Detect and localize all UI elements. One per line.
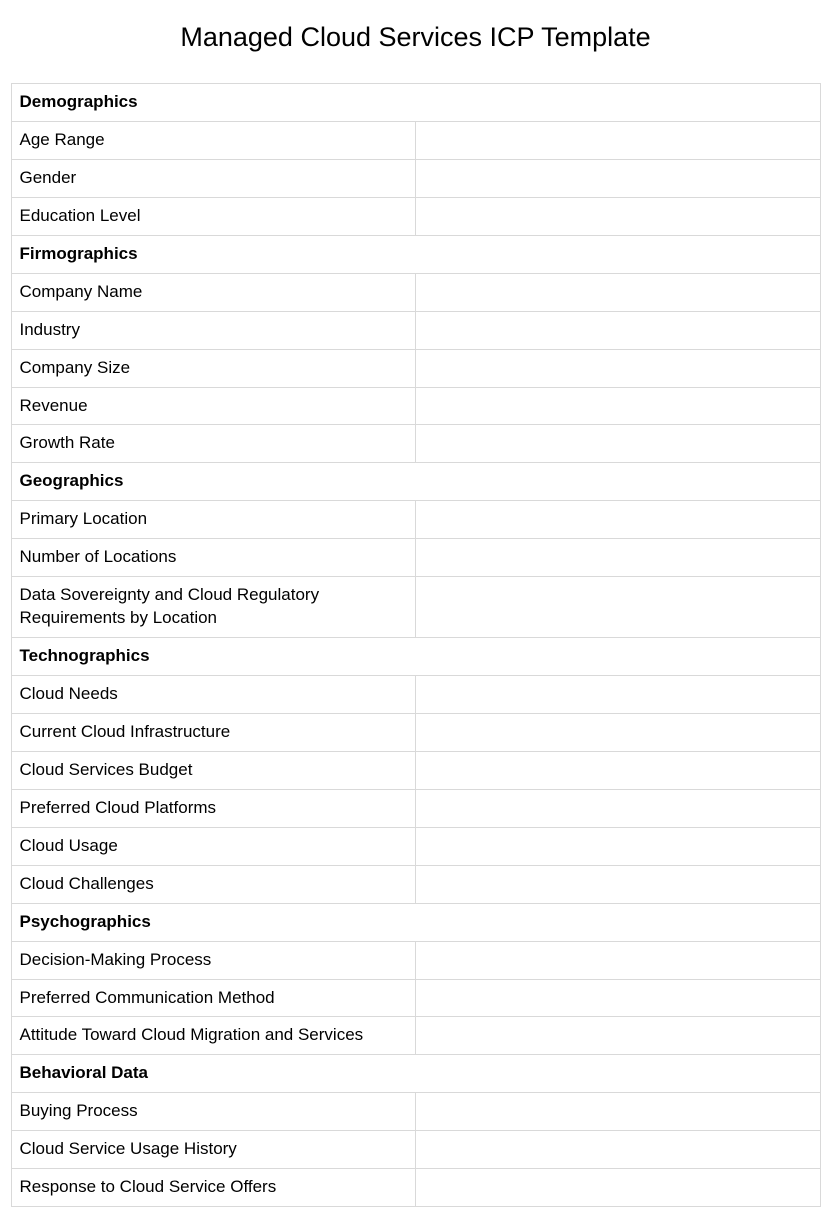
field-value[interactable] [416,121,821,159]
table-row: Growth Rate [11,425,820,463]
field-value[interactable] [416,577,821,638]
field-label: Industry [11,311,416,349]
table-row: Preferred Cloud Platforms [11,789,820,827]
field-value[interactable] [416,941,821,979]
field-value[interactable] [416,311,821,349]
table-row: Company Name [11,273,820,311]
field-label: Age Range [11,121,416,159]
field-label: Preferred Communication Method [11,979,416,1017]
field-label: Gender [11,159,416,197]
field-label: Cloud Needs [11,676,416,714]
table-row: Education Level [11,197,820,235]
field-value[interactable] [416,1131,821,1169]
table-row: Data Sovereignty and Cloud Regulatory Re… [11,577,820,638]
field-label: Response to Cloud Service Offers [11,1169,416,1207]
field-label: Number of Locations [11,539,416,577]
field-value[interactable] [416,1093,821,1131]
field-value[interactable] [416,501,821,539]
field-label: Education Level [11,197,416,235]
field-label: Data Sovereignty and Cloud Regulatory Re… [11,577,416,638]
section-header-row: Behavioral Data [11,1055,820,1093]
page-title: Managed Cloud Services ICP Template [10,22,821,53]
field-label: Current Cloud Infrastructure [11,713,416,751]
section-header-row: Technographics [11,638,820,676]
field-value[interactable] [416,539,821,577]
field-value[interactable] [416,827,821,865]
field-value[interactable] [416,751,821,789]
section-header-row: Firmographics [11,235,820,273]
section-header-cell: Demographics [11,84,820,122]
table-row: Primary Location [11,501,820,539]
table-row: Attitude Toward Cloud Migration and Serv… [11,1017,820,1055]
table-body: DemographicsAge RangeGenderEducation Lev… [11,84,820,1207]
field-value[interactable] [416,979,821,1017]
table-row: Cloud Challenges [11,865,820,903]
section-header-row: Geographics [11,463,820,501]
table-row: Age Range [11,121,820,159]
table-row: Decision-Making Process [11,941,820,979]
field-label: Decision-Making Process [11,941,416,979]
section-header-cell: Behavioral Data [11,1055,820,1093]
field-label: Cloud Usage [11,827,416,865]
section-header-cell: Firmographics [11,235,820,273]
icp-template-table: DemographicsAge RangeGenderEducation Lev… [11,83,821,1207]
section-header-row: Psychographics [11,903,820,941]
field-value[interactable] [416,1017,821,1055]
field-label: Preferred Cloud Platforms [11,789,416,827]
section-header-row: Demographics [11,84,820,122]
table-row: Response to Cloud Service Offers [11,1169,820,1207]
field-value[interactable] [416,387,821,425]
section-header-cell: Psychographics [11,903,820,941]
field-value[interactable] [416,159,821,197]
table-row: Company Size [11,349,820,387]
section-header-cell: Technographics [11,638,820,676]
table-row: Cloud Usage [11,827,820,865]
field-label: Buying Process [11,1093,416,1131]
field-value[interactable] [416,273,821,311]
field-label: Company Size [11,349,416,387]
table-row: Cloud Needs [11,676,820,714]
table-row: Current Cloud Infrastructure [11,713,820,751]
field-label: Revenue [11,387,416,425]
field-label: Attitude Toward Cloud Migration and Serv… [11,1017,416,1055]
section-header-cell: Geographics [11,463,820,501]
field-label: Primary Location [11,501,416,539]
field-value[interactable] [416,789,821,827]
field-label: Cloud Service Usage History [11,1131,416,1169]
table-row: Number of Locations [11,539,820,577]
field-label: Cloud Services Budget [11,751,416,789]
field-value[interactable] [416,865,821,903]
field-label: Growth Rate [11,425,416,463]
field-value[interactable] [416,425,821,463]
table-row: Industry [11,311,820,349]
table-row: Cloud Service Usage History [11,1131,820,1169]
table-row: Buying Process [11,1093,820,1131]
field-label: Company Name [11,273,416,311]
field-value[interactable] [416,1169,821,1207]
field-value[interactable] [416,349,821,387]
field-value[interactable] [416,676,821,714]
field-value[interactable] [416,713,821,751]
field-label: Cloud Challenges [11,865,416,903]
table-row: Gender [11,159,820,197]
table-row: Preferred Communication Method [11,979,820,1017]
table-row: Cloud Services Budget [11,751,820,789]
field-value[interactable] [416,197,821,235]
table-row: Revenue [11,387,820,425]
